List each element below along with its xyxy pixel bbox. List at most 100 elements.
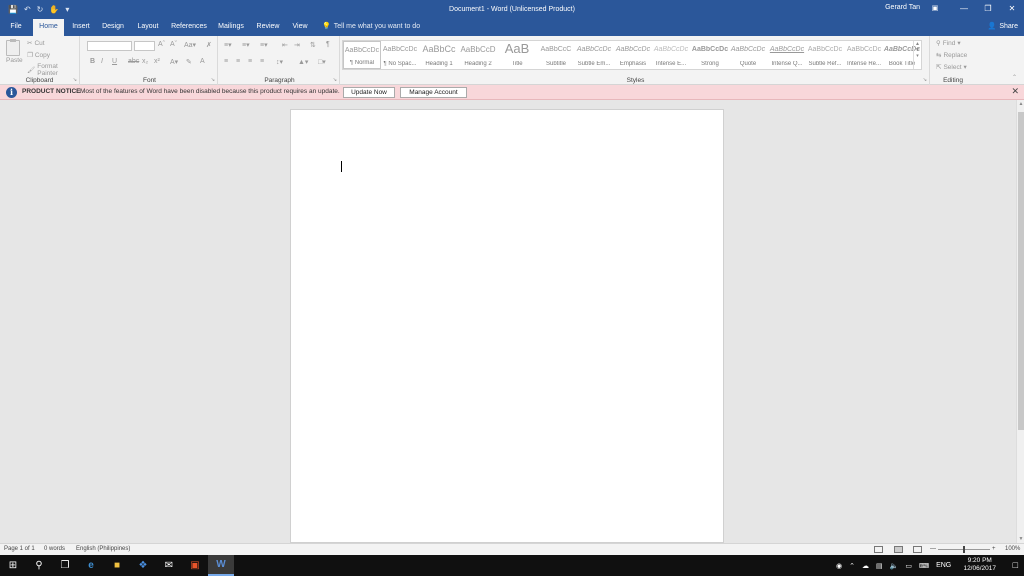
manage-account-button[interactable]: Manage Account [400, 87, 467, 98]
grow-font-icon[interactable]: Aˆ [158, 41, 165, 48]
dropbox-icon[interactable]: ❖ [130, 555, 156, 576]
close-icon[interactable]: ✕ [1011, 86, 1019, 97]
align-center-icon[interactable]: ≡ [236, 58, 240, 65]
highlight-icon[interactable]: ✎ [186, 58, 192, 66]
line-spacing-icon[interactable]: ↕▾ [276, 58, 283, 66]
restore-icon[interactable]: ❐ [976, 0, 1000, 18]
shrink-font-icon[interactable]: Aˇ [170, 41, 177, 48]
style-quote[interactable]: AaBbCcDc Quote [729, 41, 767, 69]
update-now-button[interactable]: Update Now [343, 87, 395, 98]
search-icon[interactable]: ⚲ [26, 555, 52, 576]
style-subtle-reference[interactable]: AaBbCcDc Subtle Ref... [806, 41, 844, 69]
tab-file[interactable]: File [0, 18, 32, 36]
find-button[interactable]: ⚲ Find ▾ [936, 39, 961, 48]
user-name[interactable]: Gerard Tan [885, 4, 920, 11]
style-heading-2[interactable]: AaBbCcD Heading 2 [459, 41, 497, 69]
font-size-input[interactable] [134, 41, 155, 51]
read-mode-icon[interactable] [874, 546, 883, 553]
ribbon-display-options-icon[interactable]: ▣ [926, 0, 944, 18]
style-emphasis[interactable]: AaBbCcDc Emphasis [614, 41, 652, 69]
style-subtitle[interactable]: AaBbCcC Subtitle [537, 41, 575, 69]
word-app-icon[interactable]: W [208, 555, 234, 576]
style-no-spacing[interactable]: AaBbCcDc ¶ No Spac... [381, 41, 419, 69]
style-normal[interactable]: AaBbCcDc ¶ Normal [343, 41, 381, 69]
tab-design[interactable]: Design [99, 18, 127, 36]
change-case-icon[interactable]: Aa▾ [184, 41, 196, 49]
borders-icon[interactable]: □▾ [318, 58, 326, 66]
input-language[interactable]: ENG [936, 562, 951, 569]
share-button[interactable]: 👤 Share [988, 21, 1018, 33]
undo-icon[interactable]: ↶ [24, 5, 31, 14]
battery-icon[interactable]: ▭ [905, 562, 912, 570]
volume-icon[interactable]: 🔈 [890, 562, 899, 570]
minimize-icon[interactable]: — [952, 0, 976, 18]
show-hidden-icons-icon[interactable]: ⌃ [849, 562, 855, 570]
tab-view[interactable]: View [288, 18, 312, 36]
web-layout-icon[interactable] [913, 546, 922, 553]
paste-label[interactable]: Paste [6, 57, 23, 64]
redo-icon[interactable]: ↻ [37, 5, 44, 14]
action-center-icon[interactable]: □ [1013, 560, 1018, 570]
edge-browser-icon[interactable]: e [78, 555, 104, 576]
zoom-level[interactable]: 100% [1005, 546, 1020, 552]
task-view-icon[interactable]: ❐ [52, 555, 78, 576]
tab-review[interactable]: Review [254, 18, 282, 36]
numbering-icon[interactable]: ≡▾ [242, 41, 250, 49]
increase-indent-icon[interactable]: ⇥ [294, 41, 300, 49]
style-heading-1[interactable]: AaBbCc Heading 1 [420, 41, 458, 69]
office-icon[interactable]: ▣ [182, 555, 208, 576]
superscript-icon[interactable]: x² [154, 58, 160, 65]
pilcrow-icon[interactable]: ¶ [326, 41, 330, 48]
style-intense-quote[interactable]: AaBbCcDc Intense Q... [768, 41, 806, 69]
mail-icon[interactable]: ✉ [156, 555, 182, 576]
sort-icon[interactable]: ⇅ [310, 41, 316, 49]
font-color-icon[interactable]: A [200, 58, 205, 65]
tab-references[interactable]: References [168, 18, 210, 36]
styles-launcher-icon[interactable]: ↘ [923, 77, 927, 83]
print-layout-icon[interactable] [894, 546, 903, 553]
font-launcher-icon[interactable]: ↘ [211, 77, 215, 83]
document-page[interactable] [290, 109, 724, 543]
format-painter-button[interactable]: 🖌 Format Painter [27, 63, 79, 77]
styles-gallery-scroll[interactable]: ▲ ▼ ▾ [913, 41, 921, 69]
scroll-down-icon[interactable]: ▼ [1017, 536, 1024, 542]
text-effects-icon[interactable]: A▾ [170, 58, 178, 66]
tell-me-box[interactable]: 💡 Tell me what you want to do [322, 18, 420, 36]
style-intense-reference[interactable]: AaBbCcDc Intense Re... [845, 41, 883, 69]
style-strong[interactable]: AaBbCcDc Strong [691, 41, 729, 69]
page-count[interactable]: Page 1 of 1 [4, 546, 35, 552]
file-explorer-icon[interactable]: ■ [104, 555, 130, 576]
cloud-icon[interactable]: ☁ [862, 562, 869, 570]
close-icon[interactable]: ✕ [1000, 0, 1024, 18]
copy-button[interactable]: ❐ Copy [27, 51, 50, 60]
style-subtle-emphasis[interactable]: AaBbCcDc Subtle Em... [575, 41, 613, 69]
justify-icon[interactable]: ≡ [260, 58, 264, 65]
cut-button[interactable]: ✂ Cut [27, 39, 45, 48]
tab-mailings[interactable]: Mailings [214, 18, 248, 36]
align-right-icon[interactable]: ≡ [248, 58, 252, 65]
zoom-slider-knob[interactable] [963, 546, 965, 553]
align-left-icon[interactable]: ≡ [224, 58, 228, 65]
strikethrough-icon[interactable]: abc [128, 58, 139, 65]
vertical-scrollbar[interactable]: ▲ ▼ [1016, 100, 1024, 543]
clear-formatting-icon[interactable]: ✗ [206, 41, 212, 49]
tab-home[interactable]: Home [33, 19, 64, 36]
shading-icon[interactable]: ▲▾ [298, 58, 308, 66]
underline-icon[interactable]: U [112, 58, 117, 65]
keyboard-icon[interactable]: ⌨ [919, 562, 929, 570]
touch-mode-icon[interactable]: ✋ [49, 5, 59, 14]
bold-icon[interactable]: B [90, 58, 95, 65]
chrome-icon[interactable]: ◉ [836, 562, 842, 570]
font-name-input[interactable] [87, 41, 132, 51]
clock[interactable]: 9:20 PM 12/06/2017 [963, 557, 996, 573]
select-button[interactable]: ⇱ Select ▾ [936, 63, 967, 72]
bullets-icon[interactable]: ≡▾ [224, 41, 232, 49]
replace-button[interactable]: ⇆ Replace [936, 51, 967, 60]
style-title[interactable]: AaB Title [498, 41, 536, 69]
word-count[interactable]: 0 words [44, 546, 65, 552]
paste-icon[interactable] [6, 39, 20, 56]
tab-insert[interactable]: Insert [66, 18, 96, 36]
multilevel-list-icon[interactable]: ≡▾ [260, 41, 268, 49]
customize-icon[interactable]: ▾ [65, 5, 69, 14]
collapse-ribbon-icon[interactable]: ⌃ [1012, 74, 1017, 81]
